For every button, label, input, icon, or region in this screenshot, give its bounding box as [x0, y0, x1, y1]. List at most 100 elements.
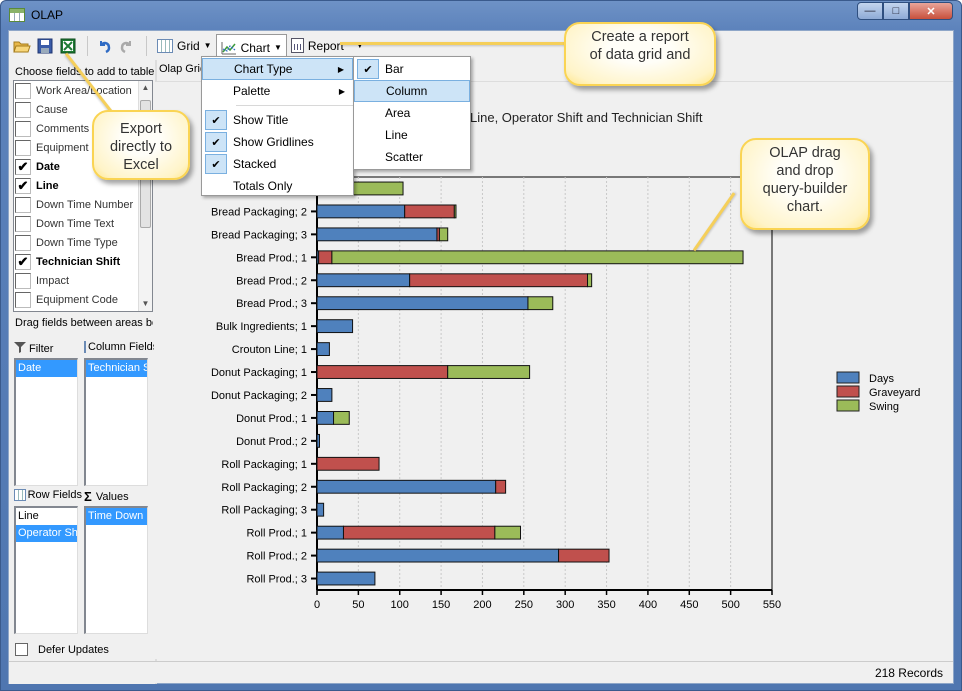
- y-tick-label: Donut Packaging; 2: [211, 390, 307, 402]
- open-folder-icon[interactable]: [12, 36, 32, 56]
- field-item[interactable]: Impact: [14, 271, 152, 290]
- save-icon[interactable]: [35, 36, 55, 56]
- area-field-item[interactable]: Time Down: [86, 508, 147, 525]
- undo-icon[interactable]: [94, 36, 114, 56]
- bar-segment-days: [316, 410, 335, 425]
- bar-segment-days: [316, 204, 406, 219]
- callout-report: Create a report of data grid and: [564, 22, 716, 86]
- area-field-item[interactable]: Technician Shift: [86, 360, 147, 377]
- x-tick-label: 0: [314, 599, 320, 611]
- field-item[interactable]: Down Time Number: [14, 195, 152, 214]
- field-checkbox[interactable]: ✔: [15, 158, 31, 175]
- menu-item-label: Show Gridlines: [233, 135, 314, 149]
- redo-icon[interactable]: [117, 36, 137, 56]
- defer-updates[interactable]: Defer Updates: [15, 643, 109, 656]
- filter-icon: [14, 341, 26, 356]
- area-field-item[interactable]: Line: [16, 508, 77, 525]
- minimize-button[interactable]: —: [857, 2, 883, 20]
- x-tick-label: 150: [432, 599, 450, 611]
- field-checkbox[interactable]: [15, 215, 31, 232]
- x-tick-label: 50: [352, 599, 364, 611]
- chart-type-item[interactable]: Line: [354, 124, 470, 146]
- field-item[interactable]: Work Area/Location: [14, 81, 152, 100]
- menu-item-label: Show Title: [233, 113, 289, 127]
- scroll-up-icon[interactable]: ▲: [139, 81, 152, 95]
- area-field-item[interactable]: Operator Shift: [16, 525, 77, 542]
- y-tick-label: Bread Prod.; 2: [236, 275, 307, 287]
- chart-type-item[interactable]: Column: [354, 80, 470, 102]
- chart-menu-item[interactable]: ✔ Show Gridlines: [202, 131, 353, 153]
- title-bar: OLAP — □ ✕: [1, 1, 961, 29]
- column-fields-area-label: Column Fields: [84, 341, 154, 353]
- menu-separator: [236, 105, 353, 106]
- defer-updates-label: Defer Updates: [38, 643, 109, 656]
- bar-segment-graveyard: [316, 365, 449, 379]
- legend-swatch: [836, 371, 860, 384]
- field-checkbox[interactable]: [15, 196, 31, 213]
- menu-item-label: Totals Only: [233, 179, 293, 193]
- chart-menu-item[interactable]: Totals Only: [202, 175, 353, 197]
- legend-swatch: [836, 399, 860, 412]
- drag-hint: Drag fields between areas below: [15, 317, 153, 329]
- field-checkbox[interactable]: ✔: [15, 253, 31, 270]
- check-icon: ✔: [205, 154, 227, 174]
- submenu-arrow-icon: ▶: [337, 64, 344, 74]
- defer-updates-checkbox[interactable]: [15, 643, 28, 656]
- menu-item-label: Bar: [385, 62, 404, 76]
- check-icon: [358, 81, 380, 101]
- field-item[interactable]: Equipment Code: [14, 290, 152, 309]
- field-label: Down Time Number: [36, 198, 134, 211]
- grid-button[interactable]: Grid ▼: [153, 34, 216, 57]
- scroll-down-icon[interactable]: ▼: [139, 297, 152, 311]
- chevron-down-icon: ▼: [203, 41, 212, 50]
- y-tick-label: Bread Prod.; 3: [236, 298, 307, 310]
- field-checkbox[interactable]: [15, 101, 31, 118]
- chart-type-item[interactable]: ✔ Bar: [354, 58, 470, 80]
- legend-label: Swing: [869, 401, 899, 413]
- check-icon: [205, 81, 227, 101]
- close-button[interactable]: ✕: [909, 2, 953, 20]
- check-icon: [357, 125, 379, 145]
- check-icon: ✔: [357, 59, 379, 79]
- chart-type-item[interactable]: Area: [354, 102, 470, 124]
- field-item[interactable]: Down Time Type: [14, 233, 152, 252]
- y-tick-label: Roll Prod.; 2: [246, 551, 307, 563]
- tab-olap-grid[interactable]: Olap Grid: [159, 63, 206, 75]
- chart-menu-item[interactable]: Chart Type ▶: [202, 58, 353, 80]
- chart-menu-item[interactable]: ✔ Stacked: [202, 153, 353, 175]
- bar-segment-graveyard: [404, 204, 455, 219]
- legend-label: Graveyard: [869, 387, 920, 399]
- chart-menu-item[interactable]: ✔ Show Title: [202, 109, 353, 131]
- row-fields-area[interactable]: LineOperator Shift: [14, 506, 78, 634]
- field-item[interactable]: Down Time Text: [14, 214, 152, 233]
- menu-item-label: Area: [385, 106, 411, 120]
- field-checkbox[interactable]: ✔: [15, 177, 31, 194]
- y-tick-label: Bread Packaging; 2: [211, 206, 307, 218]
- area-field-item[interactable]: Date: [16, 360, 77, 377]
- chart-menu-item[interactable]: Palette ▶: [202, 80, 353, 102]
- field-item[interactable]: ✔ Technician Shift: [14, 252, 152, 271]
- filter-area[interactable]: Date: [14, 358, 78, 486]
- y-tick-label: Roll Prod.; 1: [246, 528, 307, 540]
- field-checkbox[interactable]: [15, 139, 31, 156]
- column-fields-area[interactable]: Technician Shift: [84, 358, 148, 486]
- report-button[interactable]: Report ▼: [287, 34, 368, 57]
- field-checkbox[interactable]: [15, 272, 31, 289]
- values-area[interactable]: Time Down: [84, 506, 148, 634]
- excel-export-icon[interactable]: [58, 36, 78, 56]
- chart-type-item[interactable]: Scatter: [354, 146, 470, 168]
- chart-label: Chart: [240, 40, 270, 55]
- bar-segment-days: [316, 342, 330, 357]
- field-checkbox[interactable]: [15, 291, 31, 308]
- menu-item-label: Line: [385, 128, 408, 142]
- row-fields-area-label: Row Fields: [14, 489, 82, 501]
- field-checkbox[interactable]: [15, 82, 31, 99]
- check-icon: ✔: [205, 132, 227, 152]
- field-checkbox[interactable]: [15, 120, 31, 137]
- x-tick-label: 500: [721, 599, 739, 611]
- filter-area-label: Filter: [14, 341, 82, 356]
- maximize-button[interactable]: □: [883, 2, 909, 20]
- field-checkbox[interactable]: [15, 234, 31, 251]
- field-label: Impact: [36, 274, 70, 287]
- check-icon: ✔: [205, 110, 227, 130]
